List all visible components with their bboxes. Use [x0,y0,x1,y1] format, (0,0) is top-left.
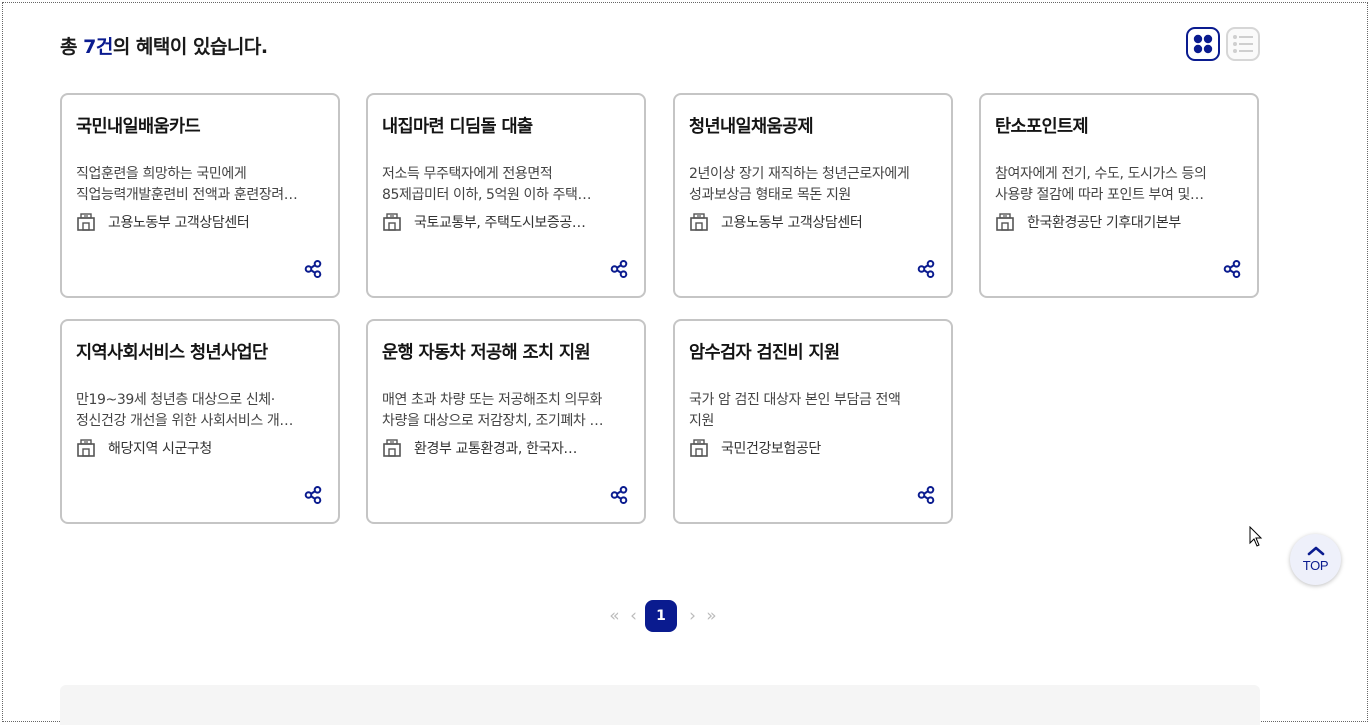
benefit-card[interactable]: 청년내일채움공제 2년이상 장기 재직하는 청년근로자에게성과보상금 형태로 목돈… [673,93,953,298]
card-organization-name: 해당지역 시군구청 [108,441,212,457]
footer-section [60,685,1260,725]
building-icon [77,213,95,231]
benefit-card[interactable]: 국민내일배움카드직업훈련을 희망하는 국민에게직업능력개발훈련비 전액과 훈련장… [60,93,340,298]
card-organization: 국토교통부, 주택도시보증공… [382,211,634,233]
card-organization-name: 고용노동부 고객상담센터 [108,215,250,231]
card-organization-name: 환경부 교통환경과, 한국자… [414,441,578,457]
scroll-top-label: TOP [1302,558,1329,573]
building-icon [996,213,1014,231]
card-description-line: 직업능력개발훈련비 전액과 훈련장려… [76,187,298,203]
card-organization: 환경부 교통환경과, 한국자… [382,437,634,459]
card-description-line: 85제곱미터 이하, 5억원 이하 주택… [382,187,592,203]
card-organization-name: 한국환경공단 기후대기본부 [1027,215,1181,231]
benefit-card[interactable]: 탄소포인트제참여자에게 전기, 수도, 도시가스 등의사용량 절감에 따라 포인… [979,93,1259,298]
card-description-line: 저소득 무주택자에게 전용면적 [382,166,553,182]
card-description-line: 국가 암 검진 대상자 본인 부담금 전액 [689,392,901,408]
building-icon [383,213,401,231]
card-organization: 한국환경공단 기후대기본부 [995,211,1247,233]
building-icon [690,439,708,457]
benefit-card[interactable]: 운행 자동차 저공해 조치 지원매연 초과 차량 또는 저공해조치 의무화차량을… [366,319,646,524]
card-description: 만19~39세 청년층 대상으로 신체· 정신건강 개선을 위한 사회서비스 개… [76,390,326,432]
share-icon[interactable] [917,260,935,278]
share-icon[interactable] [917,486,935,504]
card-description-line: 사용량 절감에 따라 포인트 부여 및… [995,187,1204,203]
result-count-text: 총 7건의 혜택이 있습니다. [60,36,268,58]
building-icon [77,439,95,457]
first-page-icon[interactable]: « [603,606,622,626]
card-organization: 해당지역 시군구청 [76,437,328,459]
card-description-line: 정신건강 개선을 위한 사회서비스 개… [76,413,294,429]
share-icon[interactable] [610,486,628,504]
card-description-line: 성과보상금 형태로 목돈 지원 [689,187,851,203]
grid-view-icon [1193,34,1213,54]
card-description: 국가 암 검진 대상자 본인 부담금 전액지원 [689,390,939,432]
card-organization-name: 국토교통부, 주택도시보증공… [414,215,586,231]
view-toggle [1186,27,1260,61]
last-page-icon[interactable]: » [700,606,719,626]
card-description-line: 직업훈련을 희망하는 국민에게 [76,166,247,182]
card-organization: 국민건강보험공단 [689,437,941,459]
mouse-cursor-icon [1249,526,1263,547]
building-icon [383,439,401,457]
card-organization-name: 국민건강보험공단 [721,441,821,457]
card-description: 2년이상 장기 재직하는 청년근로자에게성과보상금 형태로 목돈 지원 [689,164,939,206]
card-title: 내집마련 디딤돌 대출 [382,117,533,137]
card-organization-name: 고용노동부 고객상담센터 [721,215,863,231]
card-description: 참여자에게 전기, 수도, 도시가스 등의사용량 절감에 따라 포인트 부여 및… [995,164,1245,206]
benefit-card[interactable]: 암수검자 검진비 지원국가 암 검진 대상자 본인 부담금 전액지원국민건강보험… [673,319,953,524]
card-description-line: 매연 초과 차량 또는 저공해조치 의무화 [382,392,602,408]
benefit-card[interactable]: 내집마련 디딤돌 대출저소득 무주택자에게 전용면적 85제곱미터 이하, 5억원… [366,93,646,298]
card-description: 직업훈련을 희망하는 국민에게직업능력개발훈련비 전액과 훈련장려… [76,164,326,206]
share-icon[interactable] [304,260,322,278]
scroll-top-button[interactable]: TOP [1290,534,1341,585]
page-number-current[interactable]: 1 [645,600,677,632]
card-description: 저소득 무주택자에게 전용면적 85제곱미터 이하, 5억원 이하 주택… [382,164,632,206]
card-description-line: 2년이상 장기 재직하는 청년근로자에게 [689,166,910,182]
pagination: « ‹ 1 › » [603,599,719,633]
next-page-icon[interactable]: › [681,606,700,626]
card-title: 국민내일배움카드 [76,117,201,137]
card-title: 청년내일채움공제 [689,117,814,137]
card-organization: 고용노동부 고객상담센터 [689,211,941,233]
result-count-number: 7건 [83,36,113,58]
building-icon [690,213,708,231]
card-description-line: 참여자에게 전기, 수도, 도시가스 등의 [995,166,1207,182]
card-description: 매연 초과 차량 또는 저공해조치 의무화차량을 대상으로 저감장치, 조기폐차… [382,390,632,432]
card-title: 지역사회서비스 청년사업단 [76,343,268,363]
list-view-icon [1233,35,1253,53]
grid-view-button[interactable] [1186,27,1220,61]
card-description-line: 만19~39세 청년층 대상으로 신체· [76,392,275,408]
chevron-up-icon [1307,546,1324,556]
card-organization: 고용노동부 고객상담센터 [76,211,328,233]
card-description-line: 지원 [689,413,714,429]
share-icon[interactable] [610,260,628,278]
benefit-card[interactable]: 지역사회서비스 청년사업단만19~39세 청년층 대상으로 신체· 정신건강 개선… [60,319,340,524]
card-title: 탄소포인트제 [995,117,1089,137]
list-view-button[interactable] [1226,27,1260,61]
prev-page-icon[interactable]: ‹ [622,606,641,626]
share-icon[interactable] [304,486,322,504]
results-header: 총 7건의 혜택이 있습니다. [60,27,1260,62]
share-icon[interactable] [1223,260,1241,278]
card-title: 암수검자 검진비 지원 [689,343,840,363]
card-title: 운행 자동차 저공해 조치 지원 [382,343,591,363]
card-description-line: 차량을 대상으로 저감장치, 조기폐차 … [382,413,604,429]
